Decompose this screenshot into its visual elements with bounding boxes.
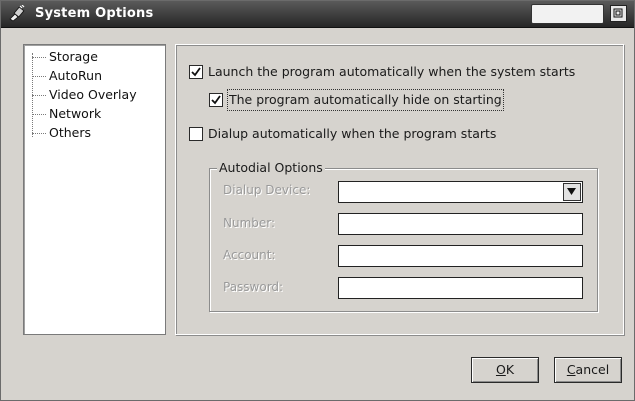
dialup-device-dropdown-button[interactable] bbox=[563, 183, 581, 201]
launch-auto-label: Launch the program automatically when th… bbox=[208, 64, 576, 79]
window-title: System Options bbox=[35, 6, 154, 21]
launch-auto-option[interactable]: Launch the program automatically when th… bbox=[189, 62, 609, 82]
launch-auto-checkbox[interactable] bbox=[189, 65, 203, 79]
number-field[interactable] bbox=[338, 213, 583, 235]
title-bar[interactable]: System Options bbox=[1, 1, 634, 28]
dialup-device-select[interactable] bbox=[338, 181, 583, 203]
system-options-window: System Options Storage AutoRun Video Ove… bbox=[0, 0, 635, 401]
tree-item-video-overlay[interactable]: Video Overlay bbox=[32, 86, 137, 104]
auto-hide-checkbox[interactable] bbox=[209, 93, 223, 107]
tree-item-storage[interactable]: Storage bbox=[32, 48, 98, 66]
ok-button[interactable]: OK bbox=[471, 357, 539, 383]
cancel-label-rest: ancel bbox=[575, 362, 610, 377]
autorun-options-panel: Launch the program automatically when th… bbox=[175, 44, 624, 335]
checkmark-icon bbox=[191, 67, 201, 77]
checkmark-icon bbox=[211, 95, 221, 105]
chevron-down-icon bbox=[567, 188, 576, 195]
group-title: Autodial Options bbox=[217, 160, 325, 176]
cancel-button[interactable]: Cancel bbox=[554, 357, 622, 383]
autodial-options-group: Autodial Options Dialup Device: Number: … bbox=[209, 160, 598, 312]
password-label: Password: bbox=[223, 280, 284, 294]
dialup-auto-checkbox[interactable] bbox=[189, 127, 203, 141]
auto-hide-label: The program automatically hide on starti… bbox=[227, 89, 504, 111]
number-label: Number: bbox=[223, 216, 276, 230]
password-field[interactable] bbox=[338, 277, 583, 299]
ok-label-rest: K bbox=[505, 362, 515, 377]
auto-hide-option[interactable]: The program automatically hide on starti… bbox=[209, 89, 529, 111]
window-restore-icon bbox=[613, 8, 623, 18]
title-bar-field[interactable] bbox=[531, 4, 604, 24]
dialup-auto-option[interactable]: Dialup automatically when the program st… bbox=[189, 124, 609, 144]
account-field[interactable] bbox=[338, 245, 583, 267]
cancel-mnemonic: C bbox=[566, 362, 576, 377]
tree-item-autorun[interactable]: AutoRun bbox=[32, 67, 102, 85]
tree-item-network[interactable]: Network bbox=[32, 105, 101, 123]
tree-item-others[interactable]: Others bbox=[32, 124, 91, 142]
network-plug-icon bbox=[8, 4, 25, 22]
account-label: Account: bbox=[223, 248, 276, 262]
dialup-auto-label: Dialup automatically when the program st… bbox=[208, 126, 497, 141]
restore-button[interactable] bbox=[610, 5, 627, 22]
options-tree[interactable]: Storage AutoRun Video Overlay Network Ot… bbox=[23, 44, 166, 335]
ok-mnemonic: O bbox=[495, 362, 506, 377]
dialup-device-label: Dialup Device: bbox=[223, 183, 311, 197]
